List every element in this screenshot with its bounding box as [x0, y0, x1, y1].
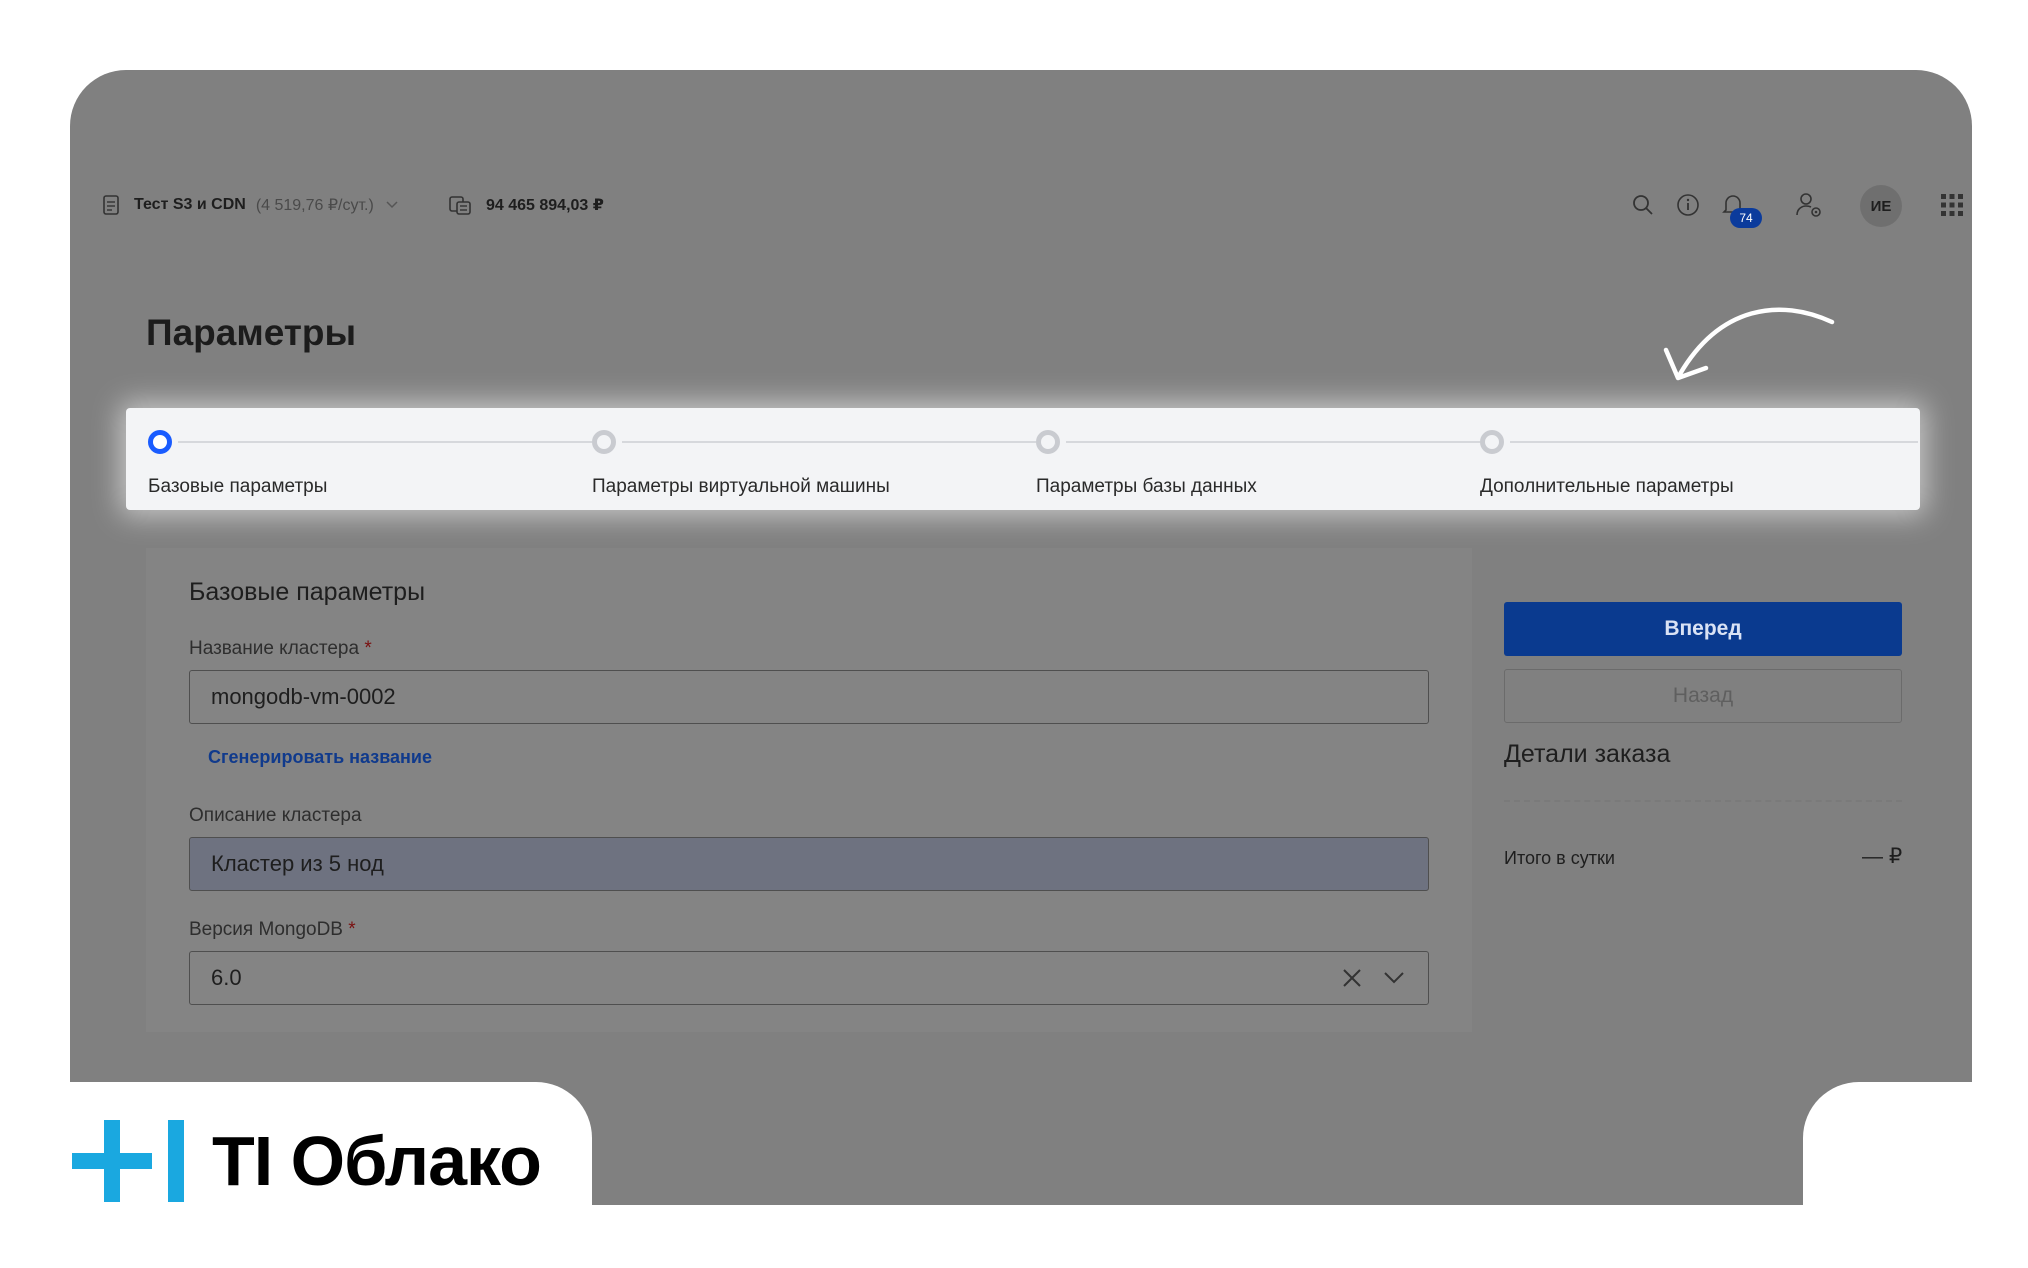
section-title: Базовые параметры — [189, 578, 426, 606]
step-connector — [178, 441, 592, 443]
notification-badge: 74 — [1730, 208, 1762, 228]
version-value: 6.0 — [211, 965, 242, 990]
required-mark: * — [364, 638, 372, 659]
brand-logo: TI Облако — [72, 1120, 542, 1202]
avatar[interactable]: ИЕ — [1860, 185, 1902, 227]
order-details-title: Детали заказа — [1504, 740, 1671, 768]
description-input[interactable]: Кластер из 5 нод — [189, 837, 1429, 891]
generate-name-link[interactable]: Сгенерировать название — [208, 747, 432, 768]
apps-grid-icon[interactable] — [1935, 188, 1969, 222]
info-icon[interactable] — [1671, 188, 1705, 222]
cluster-name-label: Название кластера * — [189, 638, 372, 660]
brand-name: TI Облако — [212, 1122, 542, 1200]
version-label: Версия MongoDB * — [189, 919, 356, 941]
project-name: Тест S3 и CDN — [134, 196, 246, 213]
wallet-icon — [448, 194, 472, 216]
balance-value: 94 465 894,03 ₽ — [486, 197, 604, 214]
divider — [1504, 800, 1902, 802]
version-label-text: Версия MongoDB — [189, 919, 343, 940]
required-mark: * — [348, 919, 356, 940]
back-button[interactable]: Назад — [1504, 669, 1902, 723]
plus-bar-logo-icon — [72, 1120, 186, 1202]
step-connector — [1510, 441, 1918, 443]
balance: 94 465 894,03 ₽ — [448, 194, 604, 216]
cluster-name-value: mongodb-vm-0002 — [211, 684, 396, 709]
step-label: Базовые параметры — [148, 476, 328, 497]
total-per-day-label: Итого в сутки — [1504, 848, 1615, 868]
step-indicator — [1036, 430, 1060, 454]
page-title: Параметры — [146, 312, 357, 353]
step-label: Параметры базы данных — [1036, 476, 1257, 497]
user-settings-icon[interactable] — [1792, 188, 1826, 222]
cluster-name-input[interactable]: mongodb-vm-0002 — [189, 670, 1429, 724]
version-select[interactable]: 6.0 — [189, 951, 1429, 1005]
wizard-stepper: Базовые параметры Параметры виртуальной … — [126, 408, 1920, 510]
step-indicator — [592, 430, 616, 454]
clear-icon[interactable] — [1342, 968, 1362, 988]
total-per-day-value: — ₽ — [1862, 845, 1903, 868]
search-icon[interactable] — [1626, 188, 1660, 222]
project-selector[interactable]: Тест S3 и CDN (4 519,76 ₽/сут.) — [100, 194, 398, 216]
step-label: Параметры виртуальной машины — [592, 476, 890, 497]
step-connector — [1066, 441, 1480, 443]
project-cost: (4 519,76 ₽/сут.) — [255, 197, 374, 214]
step-label: Дополнительные параметры — [1480, 476, 1734, 497]
description-value: Кластер из 5 нод — [211, 851, 384, 876]
step-connector — [622, 441, 1036, 443]
chevron-down-icon[interactable] — [1384, 972, 1404, 984]
next-button[interactable]: Вперед — [1504, 602, 1902, 656]
cluster-name-label-text: Название кластера — [189, 638, 360, 659]
step-indicator — [1480, 430, 1504, 454]
chevron-down-icon — [386, 198, 398, 212]
corner-cutout — [1803, 1082, 2028, 1268]
step-active-indicator — [148, 430, 172, 454]
document-icon — [100, 194, 122, 216]
description-label: Описание кластера — [189, 805, 362, 826]
arrow-annotation-icon — [1660, 296, 1840, 401]
